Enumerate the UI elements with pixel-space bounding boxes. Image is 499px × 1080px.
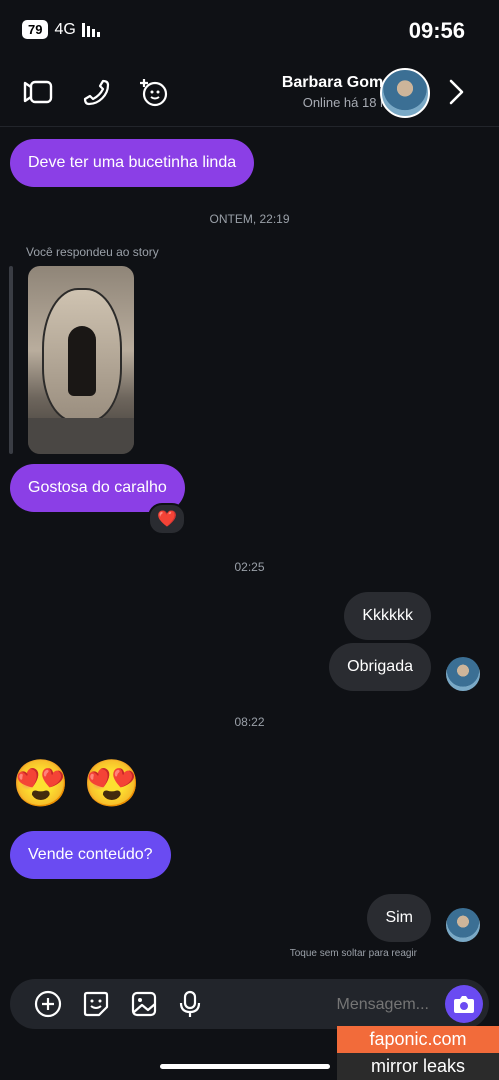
home-indicator[interactable] — [160, 1064, 330, 1069]
emoji-message[interactable]: 😍 😍 — [12, 756, 141, 811]
story-thumbnail[interactable] — [28, 266, 134, 454]
reaction-hint: Toque sem soltar para reagir — [289, 948, 417, 959]
sticker-icon[interactable] — [133, 72, 173, 112]
phone-icon[interactable] — [76, 72, 116, 112]
timestamp-divider: ONTEM, 22:19 — [209, 212, 290, 226]
add-icon[interactable] — [28, 984, 68, 1024]
gif-sticker-icon[interactable] — [76, 984, 116, 1024]
message-bubble-sent[interactable]: Vende conteúdo? — [10, 831, 171, 879]
heart-eyes-emoji: 😍 — [12, 757, 70, 809]
status-time: 09:56 — [408, 18, 465, 43]
sender-avatar[interactable] — [446, 908, 480, 942]
battery-level: 79 — [22, 20, 49, 39]
heart-reaction-icon[interactable]: ❤️ — [148, 503, 186, 535]
story-reply-bar — [9, 266, 13, 454]
gallery-icon[interactable] — [124, 984, 164, 1024]
mic-icon[interactable] — [170, 984, 210, 1024]
network-type: 4G — [54, 20, 76, 38]
message-bubble-received[interactable]: Deve ter uma bucetinha linda — [10, 139, 255, 187]
story-reply-label: Você respondeu ao story — [26, 245, 159, 259]
story-sink — [28, 418, 134, 454]
camera-icon[interactable] — [445, 985, 483, 1023]
status-indicators: 79 4G — [22, 20, 100, 39]
contact-avatar[interactable] — [380, 68, 430, 118]
message-composer — [10, 979, 489, 1031]
signal-icon — [81, 22, 100, 37]
timestamp-divider: 08:22 — [234, 715, 265, 729]
message-bubble-received[interactable]: Kkkkkk — [344, 592, 431, 640]
timestamp-divider: 02:25 — [234, 560, 265, 574]
video-call-icon[interactable] — [18, 72, 58, 112]
heart-eyes-emoji: 😍 — [83, 757, 141, 809]
message-bubble-received[interactable]: Sim — [367, 894, 431, 942]
message-input[interactable] — [227, 979, 431, 1031]
message-bubble-received[interactable]: Obrigada — [329, 643, 431, 691]
watermark-top: faponic.com — [337, 1026, 499, 1053]
back-chevron-icon[interactable] — [436, 72, 476, 112]
watermark-bottom: mirror leaks — [337, 1053, 499, 1080]
story-figure — [68, 326, 96, 396]
sender-avatar[interactable] — [446, 657, 480, 691]
